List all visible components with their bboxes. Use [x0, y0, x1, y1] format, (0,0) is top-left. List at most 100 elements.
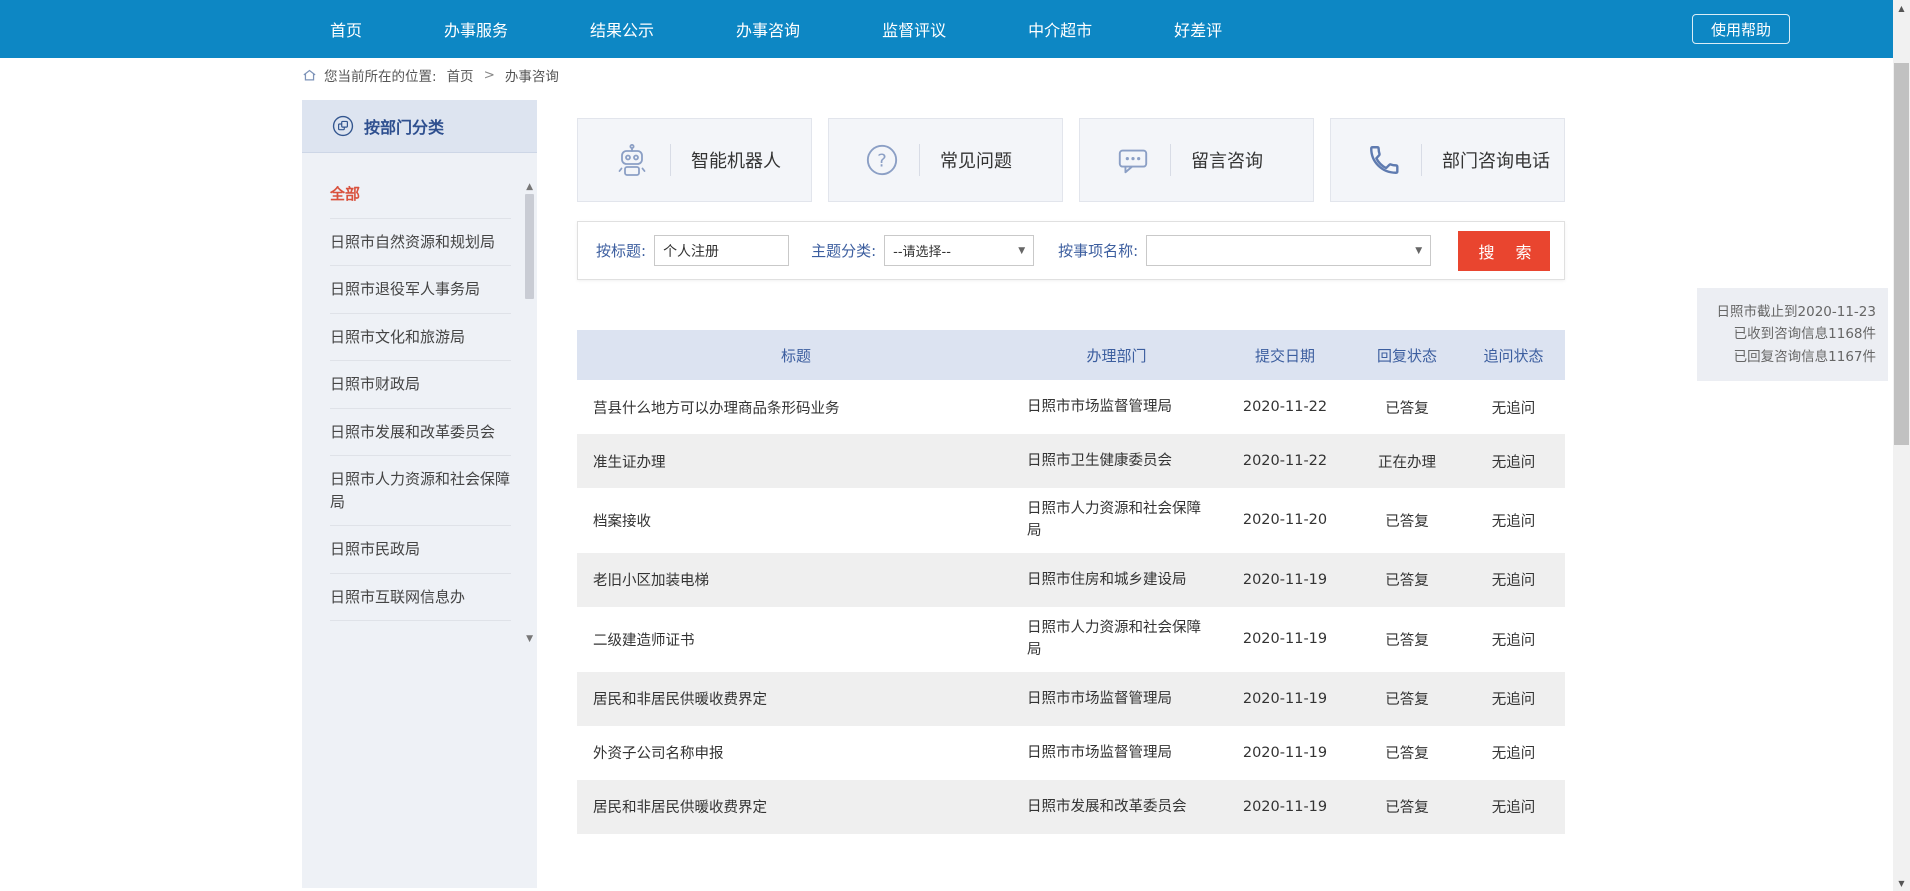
breadcrumb-prefix: 您当前所在的位置: — [324, 65, 437, 85]
scrollbar-up-icon[interactable]: ▲ — [1893, 0, 1910, 16]
quick-link-cards: 智能机器人 ? 常见问题 留言咨询 部门咨询电话 — [577, 118, 1565, 202]
department-list-item[interactable]: 日照市自然资源和规划局 — [330, 219, 511, 267]
nav-item[interactable]: 监督评议 — [882, 17, 946, 41]
divider — [1170, 144, 1171, 176]
message-icon — [1116, 143, 1150, 177]
sidebar-scroll-down-icon[interactable]: ▼ — [526, 634, 533, 644]
cell-followup-status: 无追问 — [1462, 732, 1565, 773]
cell-title[interactable]: 老旧小区加装电梯 — [577, 559, 1015, 600]
cell-followup-status: 无追问 — [1462, 678, 1565, 719]
department-list-item[interactable]: 日照市文化和旅游局 — [330, 314, 511, 362]
faq-card[interactable]: ? 常见问题 — [828, 118, 1063, 202]
phone-consult-card[interactable]: 部门咨询电话 — [1330, 118, 1565, 202]
cell-dept: 日照市卫生健康委员会 — [1015, 440, 1218, 482]
cell-date: 2020-11-20 — [1218, 502, 1352, 538]
cell-title[interactable]: 莒县什么地方可以办理商品条形码业务 — [577, 387, 1015, 428]
sidebar-scrollbar-thumb[interactable] — [525, 194, 534, 299]
nav-item[interactable]: 好差评 — [1174, 17, 1222, 41]
cell-reply-status: 正在办理 — [1352, 441, 1462, 482]
scrollbar-thumb[interactable] — [1894, 63, 1909, 445]
scrollbar-down-icon[interactable]: ▼ — [1893, 875, 1910, 891]
cell-date: 2020-11-19 — [1218, 621, 1352, 657]
cell-reply-status: 已答复 — [1352, 387, 1462, 428]
cell-reply-status: 已答复 — [1352, 786, 1462, 827]
department-list-item[interactable]: 日照市发展和改革委员会 — [330, 409, 511, 457]
category-select[interactable]: --请选择-- ▼ — [884, 235, 1034, 266]
home-icon — [302, 68, 317, 83]
col-header-dept: 办理部门 — [1015, 345, 1218, 366]
table-body: 莒县什么地方可以办理商品条形码业务 日照市市场监督管理局 2020-11-22 … — [577, 380, 1565, 834]
department-list-item[interactable]: 日照市民政局 — [330, 526, 511, 574]
cell-followup-status: 无追问 — [1462, 441, 1565, 482]
table-row[interactable]: 外资子公司名称申报 日照市市场监督管理局 2020-11-19 已答复 无追问 — [577, 726, 1565, 780]
cell-dept: 日照市市场监督管理局 — [1015, 386, 1218, 428]
phone-consult-label: 部门咨询电话 — [1442, 147, 1550, 173]
title-search-input[interactable] — [654, 235, 789, 266]
col-header-reply: 回复状态 — [1352, 345, 1462, 366]
divider — [670, 144, 671, 176]
table-row[interactable]: 二级建造师证书 日照市人力资源和社会保障局 2020-11-19 已答复 无追问 — [577, 607, 1565, 672]
cell-dept: 日照市市场监督管理局 — [1015, 732, 1218, 774]
table-row[interactable]: 准生证办理 日照市卫生健康委员会 2020-11-22 正在办理 无追问 — [577, 434, 1565, 488]
divider — [1421, 144, 1422, 176]
sidebar-scroll-up-icon[interactable]: ▲ — [526, 182, 533, 192]
smart-robot-card[interactable]: 智能机器人 — [577, 118, 812, 202]
department-list-item[interactable]: 日照市人力资源和社会保障局 — [330, 456, 511, 526]
nav-item[interactable]: 中介超市 — [1028, 17, 1092, 41]
title-search-label: 按标题: — [596, 240, 646, 261]
department-list-item[interactable]: 日照市财政局 — [330, 361, 511, 409]
table-row[interactable]: 档案接收 日照市人力资源和社会保障局 2020-11-20 已答复 无追问 — [577, 488, 1565, 553]
cell-title[interactable]: 二级建造师证书 — [577, 619, 1015, 660]
cell-title[interactable]: 居民和非居民供暖收费界定 — [577, 678, 1015, 719]
cell-followup-status: 无追问 — [1462, 619, 1565, 660]
cell-title[interactable]: 外资子公司名称申报 — [577, 732, 1015, 773]
main-content: 智能机器人 ? 常见问题 留言咨询 部门咨询电话 按标题: 主题分类: — [577, 118, 1565, 834]
nav-item[interactable]: 办事咨询 — [736, 17, 800, 41]
department-list-item[interactable]: 全部 — [330, 171, 511, 219]
department-list: 全部日照市自然资源和规划局日照市退役军人事务局日照市文化和旅游局日照市财政局日照… — [302, 153, 537, 621]
help-button[interactable]: 使用帮助 — [1692, 14, 1790, 44]
message-consult-card[interactable]: 留言咨询 — [1079, 118, 1314, 202]
col-header-followup: 追问状态 — [1462, 345, 1565, 366]
cell-dept: 日照市发展和改革委员会 — [1015, 786, 1218, 828]
department-list-item[interactable]: 日照市互联网信息办 — [330, 574, 511, 622]
stats-line: 已收到咨询信息1168件 — [1709, 323, 1876, 345]
divider — [919, 144, 920, 176]
top-navbar: 首页 办事服务 结果公示 办事咨询 监督评议 中介超市 好差评 — [0, 0, 1910, 58]
cell-title[interactable]: 居民和非居民供暖收费界定 — [577, 786, 1015, 827]
page-scrollbar[interactable]: ▲ ▼ — [1893, 0, 1910, 891]
cell-title[interactable]: 准生证办理 — [577, 441, 1015, 482]
nav-item[interactable]: 办事服务 — [444, 17, 508, 41]
cell-dept: 日照市市场监督管理局 — [1015, 678, 1218, 720]
nav-item[interactable]: 首页 — [330, 17, 362, 41]
sidebar-title: 按部门分类 — [364, 114, 444, 138]
cell-dept: 日照市人力资源和社会保障局 — [1015, 488, 1218, 553]
cell-reply-status: 已答复 — [1352, 732, 1462, 773]
consultation-stats-box: 日照市截止到2020-11-23已收到咨询信息1168件已回复咨询信息1167件 — [1697, 288, 1888, 381]
breadcrumb-current[interactable]: 办事咨询 — [505, 65, 559, 85]
item-select-label: 按事项名称: — [1058, 240, 1138, 261]
category-select-label: 主题分类: — [811, 240, 876, 261]
cell-followup-status: 无追问 — [1462, 559, 1565, 600]
cell-date: 2020-11-19 — [1218, 735, 1352, 771]
cell-reply-status: 已答复 — [1352, 500, 1462, 541]
breadcrumb-home-link[interactable]: 首页 — [447, 65, 474, 85]
item-name-select[interactable]: ▼ — [1146, 235, 1431, 266]
chevron-down-icon: ▼ — [1415, 246, 1422, 256]
nav-item[interactable]: 结果公示 — [590, 17, 654, 41]
search-button[interactable]: 搜 索 — [1458, 231, 1550, 271]
cell-reply-status: 已答复 — [1352, 559, 1462, 600]
table-row[interactable]: 老旧小区加装电梯 日照市住房和城乡建设局 2020-11-19 已答复 无追问 — [577, 553, 1565, 607]
table-row[interactable]: 居民和非居民供暖收费界定 日照市市场监督管理局 2020-11-19 已答复 无… — [577, 672, 1565, 726]
department-list-item[interactable]: 日照市退役军人事务局 — [330, 266, 511, 314]
faq-label: 常见问题 — [940, 147, 1012, 173]
category-icon — [332, 115, 354, 137]
table-row[interactable]: 莒县什么地方可以办理商品条形码业务 日照市市场监督管理局 2020-11-22 … — [577, 380, 1565, 434]
cell-title[interactable]: 档案接收 — [577, 500, 1015, 541]
table-header-row: 标题 办理部门 提交日期 回复状态 追问状态 — [577, 330, 1565, 380]
smart-robot-label: 智能机器人 — [691, 147, 781, 173]
question-icon: ? — [865, 143, 899, 177]
table-row[interactable]: 居民和非居民供暖收费界定 日照市发展和改革委员会 2020-11-19 已答复 … — [577, 780, 1565, 834]
cell-date: 2020-11-19 — [1218, 681, 1352, 717]
col-header-date: 提交日期 — [1218, 345, 1352, 366]
